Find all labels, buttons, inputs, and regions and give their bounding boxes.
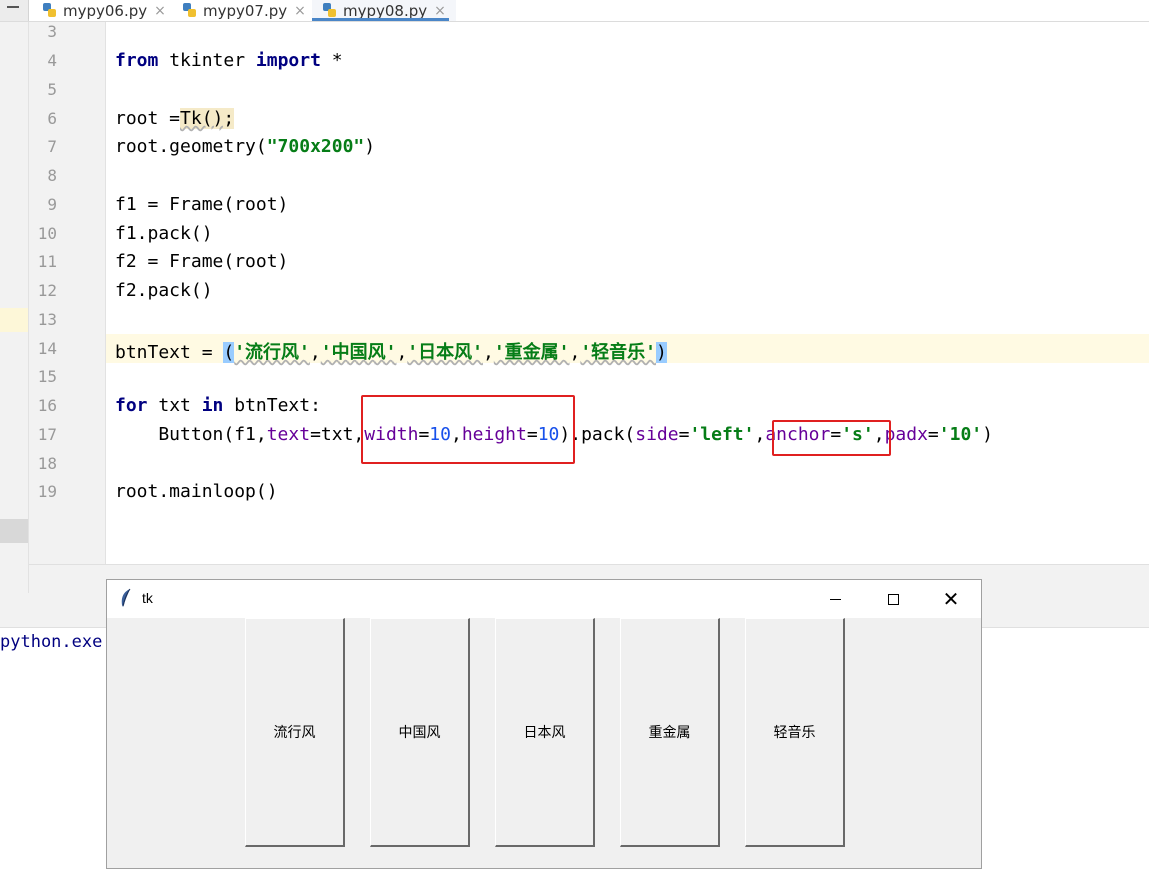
line-number: 16 [37, 396, 57, 415]
tk-title-bar[interactable]: tk ✕ [107, 580, 981, 618]
tk-button-pop[interactable]: 流行风 [245, 618, 345, 847]
line-number: 6 [47, 109, 57, 128]
minus-icon [7, 6, 19, 8]
code-line: 9 f1 = Frame(root) [0, 190, 1149, 219]
code-line: 5 [0, 75, 1149, 104]
annotation-box-anchor [772, 420, 891, 456]
line-number: 7 [47, 137, 57, 156]
console-output: python.exe [0, 632, 103, 652]
tk-button-japanese[interactable]: 日本风 [495, 618, 595, 847]
maximize-button[interactable] [864, 580, 922, 618]
code-line: 8 [0, 161, 1149, 190]
code-line: 13 [0, 305, 1149, 334]
tk-button-light-music[interactable]: 轻音乐 [745, 618, 845, 847]
line-number: 17 [37, 425, 57, 444]
code-line: 3 [0, 17, 1149, 46]
code-line: 10 f1.pack() [0, 219, 1149, 248]
code-text: btnText = ('流行风','中国风','日本风','重金属','轻音乐'… [115, 342, 667, 363]
line-number: 3 [47, 22, 57, 41]
minimize-icon [829, 598, 841, 600]
line-number: 5 [47, 80, 57, 99]
code-line: 15 [0, 362, 1149, 391]
code-text: for txt in btnText: [115, 395, 321, 416]
annotation-box-width-height [361, 395, 575, 464]
line-number: 13 [37, 310, 57, 329]
code-text: root.mainloop() [115, 481, 278, 502]
line-number: 15 [37, 367, 57, 386]
code-line: 7 root.geometry("700x200") [0, 132, 1149, 161]
code-text: root =Tk(); [115, 108, 235, 129]
line-number: 9 [47, 195, 57, 214]
code-text: f1 = Frame(root) [115, 194, 289, 215]
code-text: f2.pack() [115, 280, 213, 301]
code-text: root.geometry("700x200") [115, 136, 376, 157]
tk-button-metal[interactable]: 重金属 [620, 618, 720, 847]
python-file-icon [322, 3, 337, 18]
code-text: from tkinter import * [115, 50, 343, 71]
close-button[interactable]: ✕ [922, 580, 980, 618]
minimize-button[interactable] [806, 580, 864, 618]
line-number: 12 [37, 281, 57, 300]
line-number: 18 [37, 454, 57, 473]
maximize-icon [887, 593, 899, 605]
tk-window-title: tk [142, 590, 153, 606]
close-icon: ✕ [942, 587, 960, 611]
strip-marker [0, 519, 28, 543]
code-line: 12 f2.pack() [0, 276, 1149, 305]
tk-button-chinese[interactable]: 中国风 [370, 618, 470, 847]
tk-feather-icon [121, 588, 131, 607]
python-file-icon [42, 3, 57, 18]
code-line: 4 from tkinter import * [0, 46, 1149, 75]
line-number: 11 [37, 252, 57, 271]
line-number: 10 [37, 224, 57, 243]
code-line: 6 root =Tk(); [0, 104, 1149, 133]
code-line: 11 f2 = Frame(root) [0, 247, 1149, 276]
code-text: f1.pack() [115, 223, 213, 244]
line-number: 19 [37, 482, 57, 501]
line-number: 8 [47, 166, 57, 185]
code-text: f2 = Frame(root) [115, 251, 289, 272]
python-file-icon [182, 3, 197, 18]
line-number: 4 [47, 51, 57, 70]
code-line: 19 root.mainloop() [0, 477, 1149, 506]
code-line: 14 btnText = ('流行风','中国风','日本风','重金属','轻… [0, 334, 1149, 363]
tk-window: tk ✕ 流行风 中国风 日本风 重金属 轻音乐 [106, 579, 982, 869]
line-number: 14 [37, 339, 57, 358]
